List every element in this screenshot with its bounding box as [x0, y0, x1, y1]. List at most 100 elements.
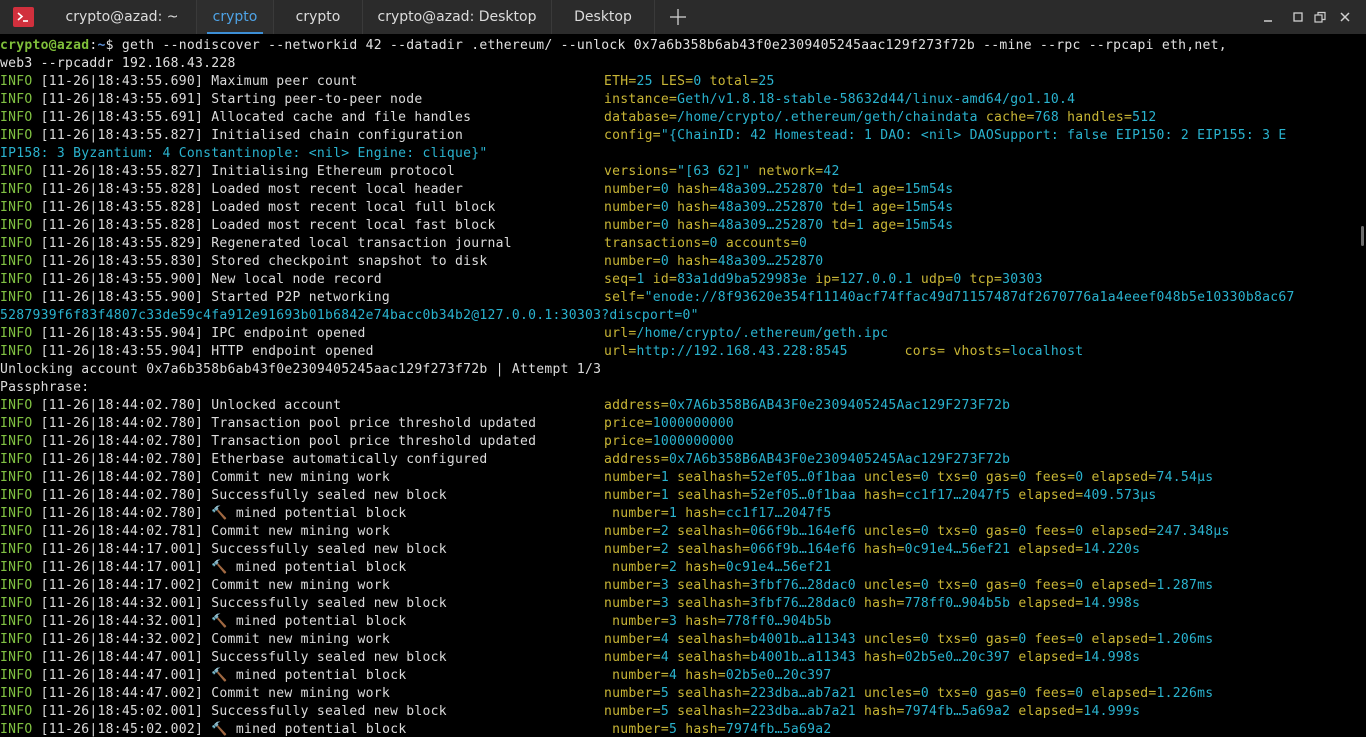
log-line: INFO [11-26|18:44:47.002] Commit new min… — [0, 685, 1366, 703]
new-tab-plus-icon[interactable] — [662, 0, 694, 34]
log-line: INFO [11-26|18:44:32.001] Successfully s… — [0, 595, 1366, 613]
log-line: INFO [11-26|18:44:02.780] Commit new min… — [0, 469, 1366, 487]
terminal-output[interactable]: crypto@azad:~$ geth --nodiscover --netwo… — [0, 37, 1366, 737]
log-value: 223dba…ab7a21 — [750, 686, 856, 701]
log-time: [11-26|18:44:02.780] — [32, 398, 212, 413]
log-line: INFO [11-26|18:44:47.001] 🔨 mined potent… — [0, 667, 1366, 685]
log-time: [11-26|18:43:55.691] — [32, 110, 212, 125]
log-key: number= — [612, 560, 669, 575]
log-context: ETH=25 LES=0 total=25 — [604, 73, 775, 91]
tab-crypto-active[interactable]: crypto — [197, 0, 274, 34]
log-context: instance=Geth/v1.8.18-stable-58632d44/li… — [604, 91, 1075, 109]
log-key: number= — [604, 470, 661, 485]
log-context: number=5 sealhash=223dba…ab7a21 hash=797… — [604, 703, 1140, 721]
log-time: [11-26|18:43:55.828] — [32, 182, 212, 197]
log-value: 3 — [669, 614, 678, 629]
log-value: 1 — [669, 506, 678, 521]
log-context: number=0 hash=48a309…252870 — [604, 253, 823, 271]
log-context: address=0x7A6b358B6AB43F0e2309405245Aac1… — [604, 397, 1010, 415]
log-key: elapsed= — [1018, 596, 1084, 611]
terminal-scrollbar[interactable] — [1361, 226, 1364, 246]
log-value: 0 — [969, 632, 978, 647]
restore-icon[interactable] — [1307, 0, 1333, 34]
log-value: 0 — [1018, 632, 1027, 647]
log-value: 15m54s — [904, 182, 954, 197]
log-message: New local node record — [211, 272, 382, 287]
log-time: [11-26|18:44:02.780] — [32, 434, 212, 449]
log-key: gas= — [985, 470, 1019, 485]
log-key: td= — [831, 218, 856, 233]
log-value: 0c91e4…56ef21 — [904, 542, 1011, 557]
log-key: fees= — [1034, 470, 1076, 485]
tab-crypto-home[interactable]: crypto@azad: ~ — [48, 0, 197, 34]
log-context: number=0 hash=48a309…252870 td=1 age=15m… — [604, 217, 953, 235]
tab-desktop[interactable]: Desktop — [552, 0, 655, 34]
log-key: vhosts= — [953, 344, 1011, 359]
log-key: config= — [604, 128, 661, 143]
log-context: number=4 hash=02b5e0…20c397 — [604, 667, 832, 685]
log-key: hash= — [864, 596, 905, 611]
log-value: 48a309…252870 — [717, 254, 824, 269]
log-message: Allocated cache and file handles — [211, 110, 472, 125]
log-key: elapsed= — [1018, 542, 1084, 557]
log-value: 2 — [669, 560, 678, 575]
log-key: number= — [604, 596, 661, 611]
log-key: number= — [604, 182, 661, 197]
log-key: hash= — [677, 200, 718, 215]
log-key: number= — [604, 218, 661, 233]
log-value: 52ef05…0f1baa — [750, 470, 856, 485]
log-message: Started P2P networking — [211, 290, 390, 305]
log-time: [11-26|18:43:55.691] — [32, 92, 212, 107]
log-level: INFO — [0, 182, 33, 197]
log-value: 48a309…252870 — [717, 200, 824, 215]
log-value: 1 — [660, 488, 669, 503]
log-key: number= — [604, 686, 661, 701]
log-context: price=1000000000 — [604, 415, 734, 433]
log-key: instance= — [604, 92, 678, 107]
log-key: number= — [604, 578, 661, 593]
log-value: 83a1dd9ba529983e — [677, 272, 808, 287]
log-level: INFO — [0, 434, 33, 449]
log-value: 1 — [855, 182, 864, 197]
log-key: fees= — [1034, 686, 1076, 701]
log-message: HTTP endpoint opened — [211, 344, 374, 359]
log-value: 0 — [969, 686, 978, 701]
log-level: INFO — [0, 488, 33, 503]
log-level: INFO — [0, 524, 33, 539]
log-key: hash= — [677, 182, 718, 197]
log-key: accounts= — [725, 236, 799, 251]
log-key: number= — [604, 650, 661, 665]
log-message: Commit new mining work — [211, 578, 390, 593]
tab-crypto-desktop[interactable]: crypto@azad: Desktop — [363, 0, 552, 34]
log-value: 52ef05…0f1baa — [750, 488, 856, 503]
log-value: 14.998s — [1083, 596, 1141, 611]
log-key: elapsed= — [1091, 524, 1157, 539]
log-line: INFO [11-26|18:43:55.827] Initialising E… — [0, 163, 1366, 181]
log-value: 1.287ms — [1156, 578, 1214, 593]
log-message: Initialising Ethereum protocol — [211, 164, 455, 179]
minimize-icon[interactable] — [1255, 0, 1281, 34]
log-key: number= — [604, 524, 661, 539]
terminal-app-icon[interactable] — [13, 7, 34, 27]
log-level: INFO — [0, 668, 33, 683]
log-value: 3 — [660, 578, 669, 593]
log-value: 0 — [660, 218, 669, 233]
prompt-user: crypto@azad — [0, 38, 90, 53]
log-level: INFO — [0, 236, 33, 251]
log-time: [11-26|18:44:02.780] — [32, 416, 212, 431]
log-value: 4 — [660, 632, 669, 647]
log-key: versions= — [604, 164, 678, 179]
log-value: 0 — [920, 524, 929, 539]
log-context: address=0x7A6b358B6AB43F0e2309405245Aac1… — [604, 451, 1010, 469]
log-value: 14.220s — [1083, 542, 1141, 557]
log-key: sealhash= — [677, 470, 751, 485]
log-value: 2 — [660, 542, 669, 557]
log-level: INFO — [0, 164, 33, 179]
log-level: INFO — [0, 650, 33, 665]
log-line: Unlocking account 0x7a6b358b6ab43f0e2309… — [0, 361, 1366, 379]
close-icon[interactable] — [1332, 0, 1358, 34]
log-value: 4 — [669, 668, 678, 683]
log-key: number= — [612, 614, 669, 629]
tab-crypto[interactable]: crypto — [274, 0, 363, 34]
log-time: [11-26|18:43:55.830] — [32, 254, 212, 269]
